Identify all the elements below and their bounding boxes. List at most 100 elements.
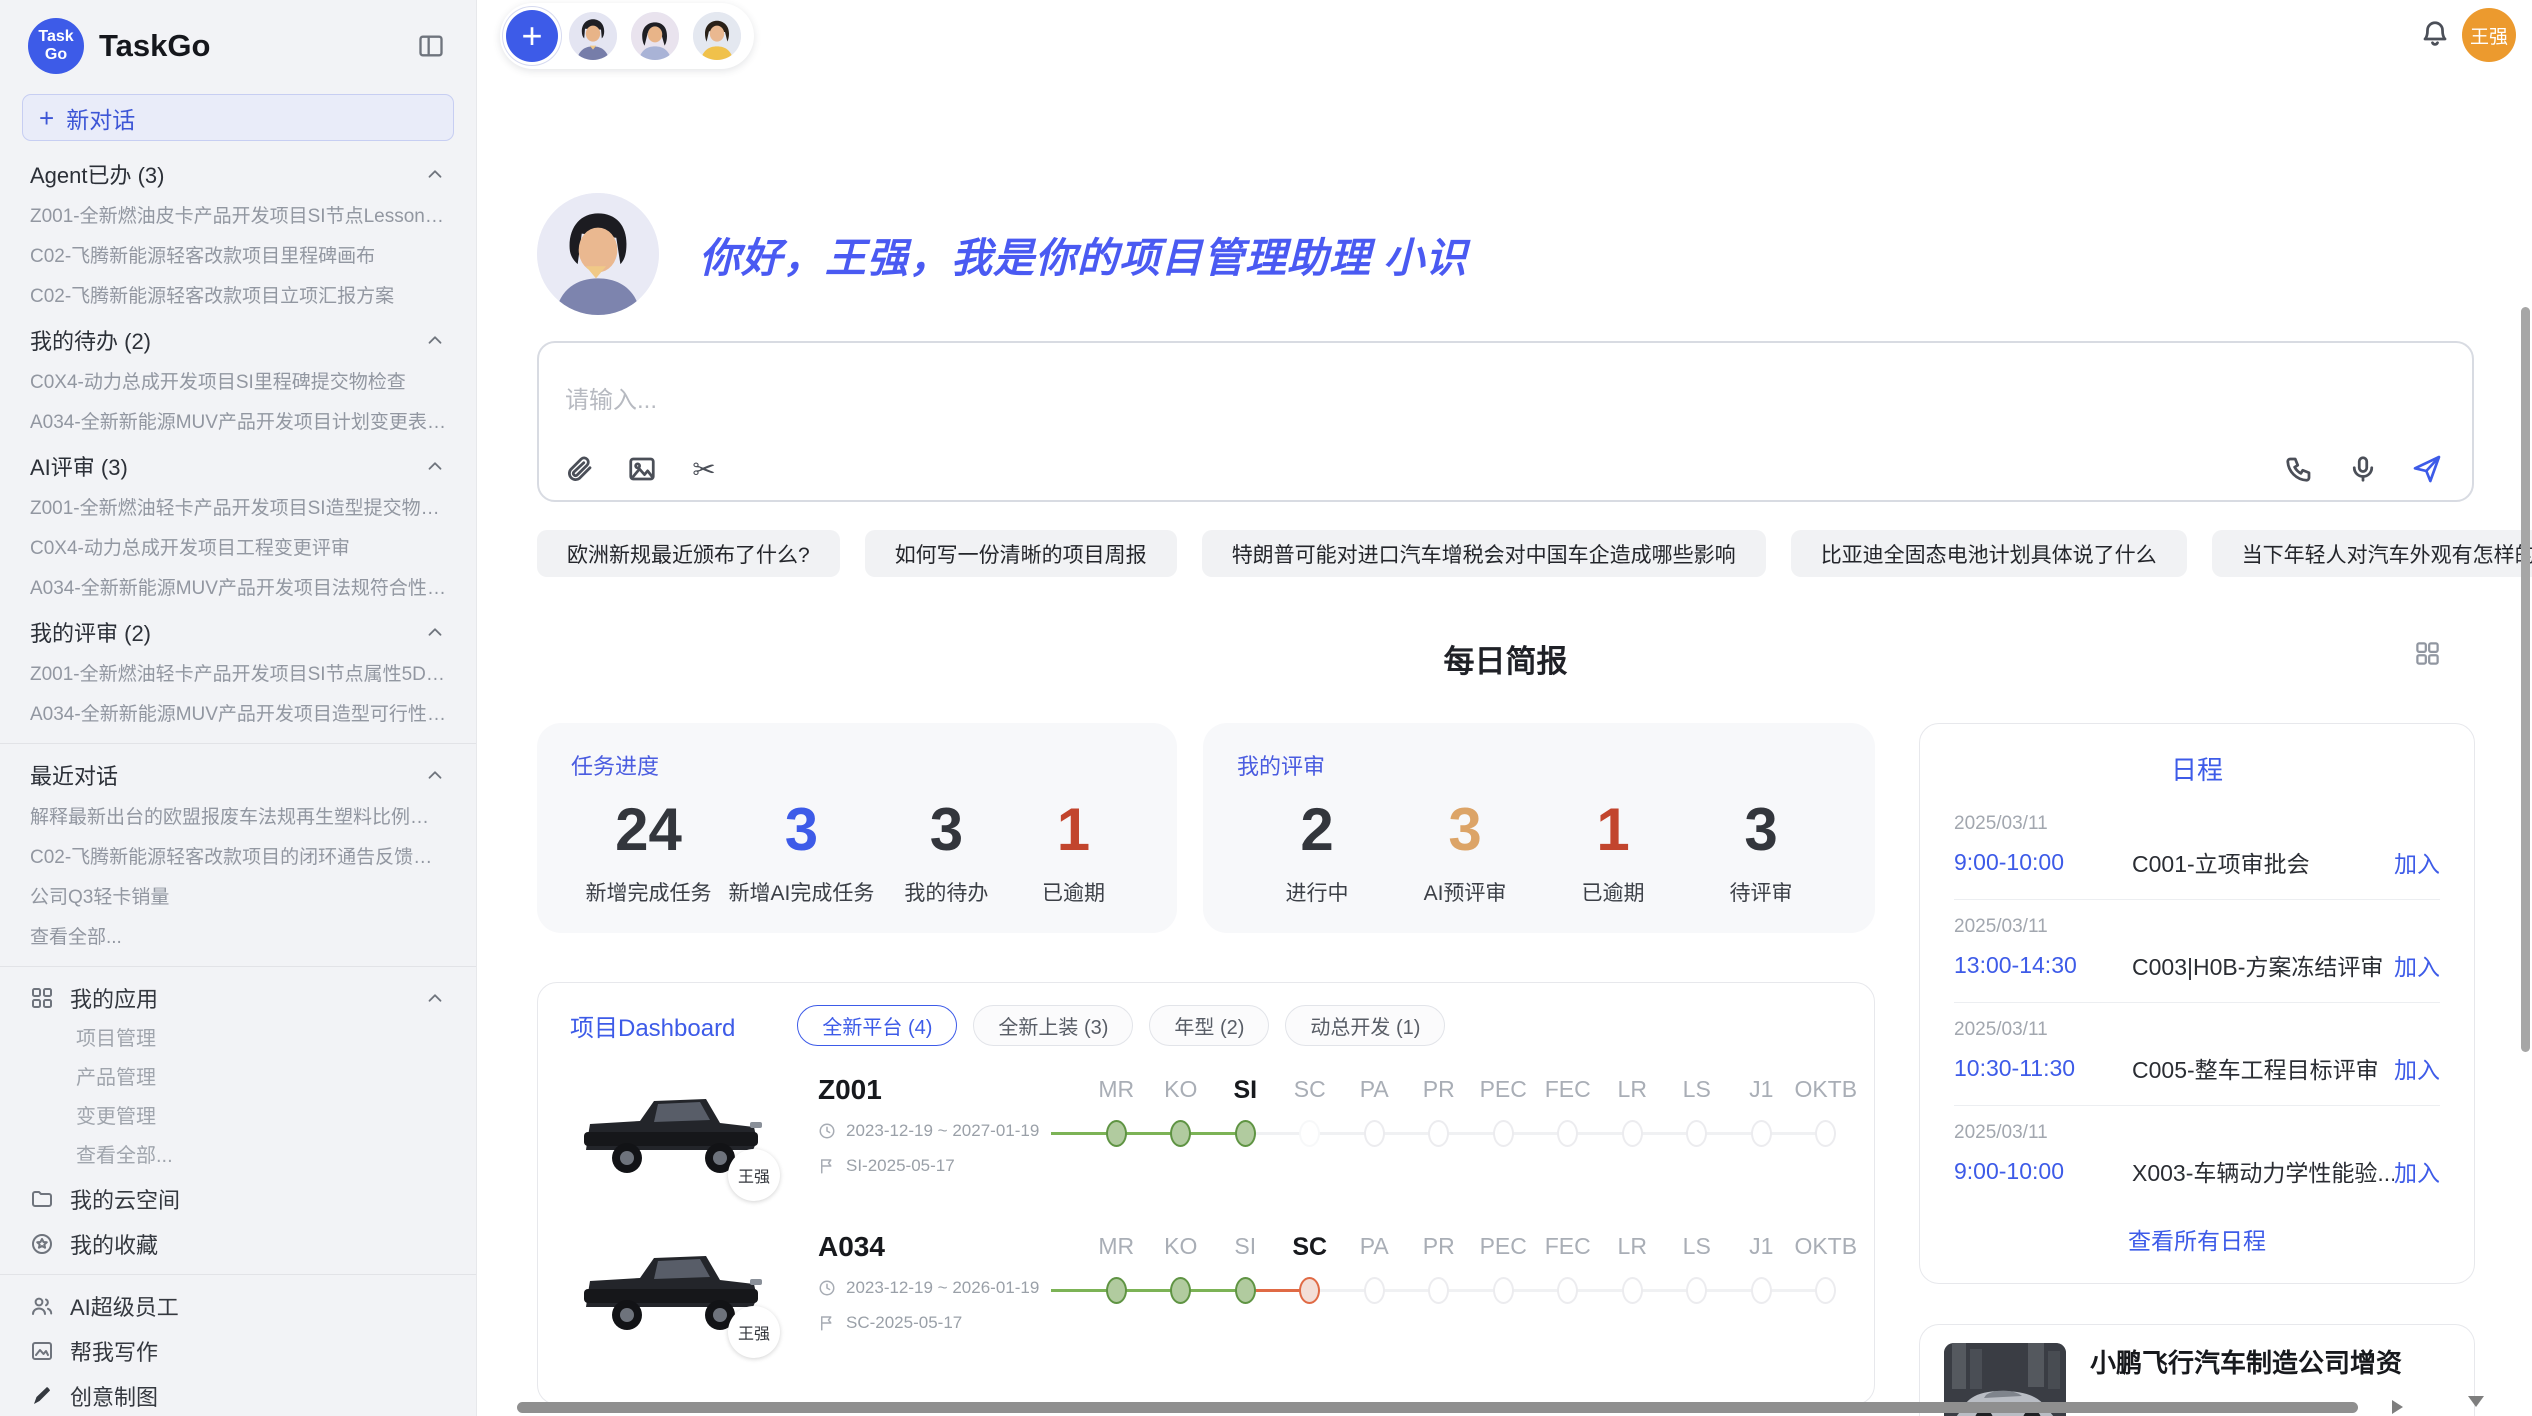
notification-bell-icon[interactable]	[2420, 19, 2450, 54]
project-dates: 2023-12-19 ~ 2027-01-19	[818, 1121, 1062, 1141]
event-join-link[interactable]: 加入	[2394, 845, 2440, 879]
recent-chat-item[interactable]: 解释最新出台的欧盟报废车法规再生塑料比例被调至15%...	[0, 798, 476, 838]
sidebar-task-item[interactable]: A034-全新新能源MUV产品开发项目造型可行性评审	[0, 695, 476, 735]
stat: 24 新增完成任务	[586, 797, 712, 907]
section-my-review[interactable]: 我的评审 (2)	[0, 609, 476, 655]
milestone-label: J1	[1729, 1233, 1794, 1262]
new-chat-button[interactable]: + 新对话	[22, 94, 454, 141]
scissors-icon[interactable]: ✂	[687, 452, 721, 486]
stat-value: 3	[729, 797, 875, 863]
section-agent-done-list: Z001-全新燃油皮卡产品开发项目SI节点Lesson Learn报告C02-飞…	[0, 197, 476, 317]
session-avatar-2[interactable]	[628, 9, 682, 63]
sidebar-task-item[interactable]: C0X4-动力总成开发项目SI里程碑提交物检查	[0, 363, 476, 403]
section-my-todo[interactable]: 我的待办 (2)	[0, 317, 476, 363]
chevron-up-icon[interactable]	[424, 163, 446, 185]
user-avatar[interactable]: 王强	[2462, 8, 2516, 62]
taskgo-logo: Task Go	[28, 18, 84, 74]
scroll-down-arrow[interactable]	[2468, 1396, 2484, 1407]
suggestion-chip[interactable]: 当下年轻人对汽车外观有怎样的喜好趋势	[2212, 530, 2532, 577]
section-ai-review[interactable]: AI评审 (3)	[0, 443, 476, 489]
suggestion-chip[interactable]: 欧洲新规最近颁布了什么?	[537, 530, 840, 577]
chevron-up-icon[interactable]	[424, 329, 446, 351]
milestone-label: SC	[1278, 1233, 1343, 1262]
vertical-scrollbar[interactable]	[2521, 307, 2530, 1052]
sidebar-task-item[interactable]: C02-飞腾新能源轻客改款项目里程碑画布	[0, 237, 476, 277]
project-row-z001[interactable]: 王强 Z001 2023-12-19 ~ 2027-01-19 SI-2025-…	[570, 1074, 1842, 1187]
session-avatar-1[interactable]	[566, 9, 620, 63]
milestone-label: PEC	[1471, 1233, 1536, 1262]
milestone-dot	[1751, 1277, 1772, 1304]
date-range: 2023-12-19 ~ 2026-01-19	[846, 1278, 1039, 1298]
chevron-up-icon[interactable]	[424, 621, 446, 643]
event-join-link[interactable]: 加入	[2394, 948, 2440, 982]
section-agent-done[interactable]: Agent已办 (3)	[0, 151, 476, 197]
milestone-labels: MRKOSISCPAPRPECFECLRLSJ1OKTB	[1084, 1076, 1858, 1105]
dashboard-tab[interactable]: 全新上装 (3)	[973, 1005, 1133, 1046]
schedule-event: 2025/03/11 9:00-10:00 C001-立项审批会 加入	[1954, 797, 2440, 900]
send-icon[interactable]	[2410, 452, 2444, 486]
milestone-label: OKTB	[1794, 1233, 1859, 1262]
sidebar-task-item[interactable]: C0X4-动力总成开发项目工程变更评审	[0, 529, 476, 569]
truck-image: 王强	[570, 1074, 772, 1187]
pen-icon	[30, 1384, 54, 1408]
sidebar-item-help-write[interactable]: 帮我写作	[0, 1328, 476, 1373]
sidebar-item-cloud-space[interactable]: 我的云空间	[0, 1176, 476, 1221]
recent-chat-item[interactable]: 公司Q3轻卡销量	[0, 878, 476, 918]
new-session-button[interactable]: +	[506, 10, 558, 62]
image-upload-icon[interactable]	[625, 452, 659, 486]
recent-chat-item[interactable]: C02-飞腾新能源轻客改款项目的闭环通告反馈情况	[0, 838, 476, 878]
flag-text: SI-2025-05-17	[846, 1156, 955, 1176]
sidebar-task-item[interactable]: Z001-全新燃油皮卡产品开发项目SI节点Lesson Learn报告	[0, 197, 476, 237]
chat-input[interactable]	[565, 387, 1965, 415]
dashboard-tab[interactable]: 年型 (2)	[1149, 1005, 1269, 1046]
sidebar-item-creative-draw[interactable]: 创意制图	[0, 1373, 476, 1416]
divider	[0, 966, 476, 967]
plus-icon: +	[39, 105, 54, 131]
chevron-up-icon[interactable]	[424, 455, 446, 477]
dashboard-tab[interactable]: 全新平台 (4)	[797, 1005, 957, 1046]
divider	[0, 1274, 476, 1275]
view-all-schedule-link[interactable]: 查看所有日程	[1954, 1222, 2440, 1256]
sidebar-item-my-apps[interactable]: 我的应用	[0, 975, 476, 1020]
recent-chat-item[interactable]: 查看全部...	[0, 918, 476, 958]
phone-call-icon[interactable]	[2282, 452, 2316, 486]
chevron-up-icon[interactable]	[424, 987, 446, 1009]
event-time: 9:00-10:00	[1954, 1158, 2132, 1185]
attach-icon[interactable]	[563, 452, 597, 486]
stat-value: 3	[1706, 797, 1816, 863]
app-item[interactable]: 产品管理	[0, 1059, 476, 1098]
section-recent-chats[interactable]: 最近对话	[0, 752, 476, 798]
chevron-up-icon[interactable]	[424, 764, 446, 786]
event-join-link[interactable]: 加入	[2394, 1051, 2440, 1085]
sidebar-task-item[interactable]: C02-飞腾新能源轻客改款项目立项汇报方案	[0, 277, 476, 317]
sidebar-item-favorites[interactable]: 我的收藏	[0, 1221, 476, 1266]
app-item[interactable]: 变更管理	[0, 1098, 476, 1137]
event-name: X003-车辆动力学性能验...	[2132, 1154, 2394, 1188]
microphone-icon[interactable]	[2346, 452, 2380, 486]
grid-icon	[30, 986, 54, 1010]
app-item[interactable]: 项目管理	[0, 1020, 476, 1059]
sidebar-task-item[interactable]: Z001-全新燃油轻卡产品开发项目SI造型提交物评审	[0, 489, 476, 529]
scroll-right-arrow[interactable]	[2392, 1400, 2403, 1414]
suggestion-chip[interactable]: 如何写一份清晰的项目周报	[865, 530, 1177, 577]
schedule-event: 2025/03/11 10:30-11:30 C005-整车工程目标评审 加入	[1954, 1003, 2440, 1106]
event-join-link[interactable]: 加入	[2394, 1154, 2440, 1188]
stat-label: 待评审	[1706, 877, 1816, 907]
flag-icon	[818, 1314, 836, 1332]
sidebar-collapse-icon[interactable]	[414, 29, 448, 63]
milestone-dot	[1686, 1120, 1707, 1147]
sidebar-task-item[interactable]: A034-全新新能源MUV产品开发项目计划变更表编写	[0, 403, 476, 443]
sidebar-item-ai-employee[interactable]: AI超级员工	[0, 1283, 476, 1328]
dashboard-tab[interactable]: 动总开发 (1)	[1285, 1005, 1445, 1046]
milestone-dot	[1299, 1277, 1320, 1304]
project-row-a034[interactable]: 王强 A034 2023-12-19 ~ 2026-01-19 SC-2025-…	[570, 1231, 1842, 1344]
sidebar-task-item[interactable]: Z001-全新燃油轻卡产品开发项目SI节点属性5D文件评审	[0, 655, 476, 695]
suggestion-chip[interactable]: 特朗普可能对进口汽车增税会对中国车企造成哪些影响	[1202, 530, 1766, 577]
sidebar-task-item[interactable]: A034-全新新能源MUV产品开发项目法规符合性评审	[0, 569, 476, 609]
session-avatar-3[interactable]	[690, 9, 744, 63]
horizontal-scrollbar[interactable]	[517, 1402, 2358, 1413]
app-item[interactable]: 查看全部...	[0, 1137, 476, 1176]
news-snippet: 天眼查 App 显示，近日广州汇天飞行汽...	[2090, 1394, 2450, 1398]
briefing-layout-icon[interactable]	[2414, 640, 2441, 672]
suggestion-chip[interactable]: 比亚迪全固态电池计划具体说了什么	[1791, 530, 2187, 577]
